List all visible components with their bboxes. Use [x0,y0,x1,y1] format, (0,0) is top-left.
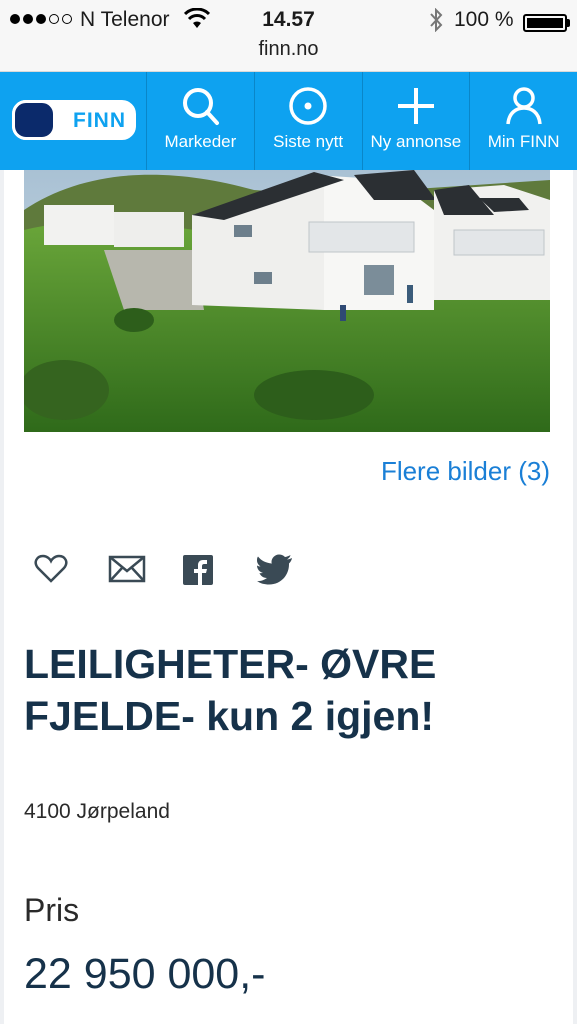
nav-siste-nytt[interactable]: Siste nytt [255,72,363,170]
page-edge-right [573,170,577,1024]
plus-icon [397,88,434,124]
nav-markeder[interactable]: Markeder [147,72,255,170]
finn-logo: FINN [12,100,136,140]
heart-icon[interactable] [34,554,108,590]
battery-icon [523,14,567,32]
nav-ny-annonse[interactable]: Ny annonse [363,72,471,170]
mail-icon[interactable] [108,554,182,590]
search-icon [183,88,220,125]
price-value: 22 950 000,- [24,950,266,998]
status-bar: N Telenor 14.57 100 % finn.no [0,0,577,72]
facebook-icon[interactable] [182,554,256,590]
target-icon [289,87,327,125]
person-icon [505,87,542,125]
twitter-icon[interactable] [256,554,330,590]
listing-photo[interactable] [24,170,550,432]
address-bar[interactable]: finn.no [0,38,577,61]
listing-address: 4100 Jørpeland [24,800,170,823]
share-toolbar [34,554,330,590]
battery-percent: 100 % [454,8,514,31]
finn-logo-link[interactable]: FINN [0,72,147,170]
nav-min-finn[interactable]: Min FINN [470,72,577,170]
bluetooth-icon [430,8,443,32]
price-label: Pris [24,892,80,928]
page-edge-left [0,170,4,1024]
more-images-link[interactable]: Flere bilder (3) [381,456,550,487]
listing-title: LEILIGHETER- ØVRE FJELDE- kun 2 igjen! [24,641,437,739]
top-navigation: FINN Markeder Siste nytt Ny annonse Min … [0,72,577,170]
